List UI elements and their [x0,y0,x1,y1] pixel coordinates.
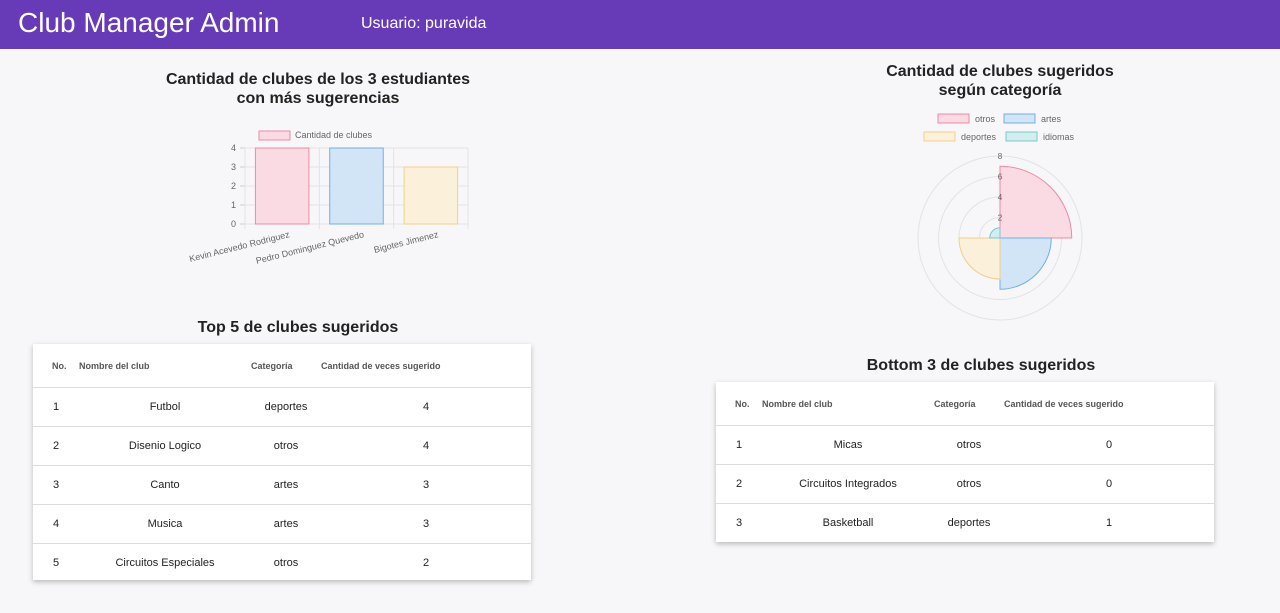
table-cell: 1 [33,387,79,427]
table-row: 2 Circuitos Integrados otros 0 [716,464,1214,504]
y-tick-label: 3 [231,162,236,172]
bar-chart-title: Cantidad de clubes de los 3 estudiantes … [148,70,488,108]
table-cell: 3 [33,465,79,505]
app-title: Club Manager Admin [18,7,280,38]
table-cell: otros [251,426,321,466]
bar [329,147,384,225]
table-header-row: No. Nombre del club Categoría Cantidad de v… [716,382,1214,426]
table-cell: Micas [762,425,934,465]
column-header: Cantidad de veces sugerido [321,360,441,371]
top-clubs-table: No. Nombre del club Categoría Cantidad de v… [33,344,531,580]
y-tick-label: 0 [231,219,236,229]
bar [254,147,310,225]
column-header: Nombre del club [79,360,150,371]
table-cell: 5 [33,543,79,580]
polar-sector [989,227,1001,239]
table-cell: 0 [1004,464,1214,504]
column-header: Categoría [934,398,976,409]
table-cell: Disenio Logico [79,426,251,466]
y-tick-label: 4 [231,143,236,153]
table-cell: artes [251,465,321,505]
bottom-clubs-table: No. Nombre del club Categoría Cantidad de v… [716,382,1214,542]
legend-label: deportes [961,132,997,142]
table-row: 3 Basketball deportes 1 [716,503,1214,542]
table-row: 3 Canto artes 3 [33,465,531,505]
top-clubs-title: Top 5 de clubes sugeridos [197,319,399,336]
radial-tick-label: 4 [998,193,1003,202]
column-header: Nombre del club [762,398,833,409]
table-cell: otros [251,543,321,580]
column-header: Categoría [251,360,293,371]
y-tick-label: 2 [231,181,236,191]
legend-label: otros [975,114,996,124]
legend-label: artes [1041,114,1062,124]
table-cell: Futbol [79,387,251,427]
table-row: 1 Micas otros 0 [716,425,1214,465]
radial-tick-label: 6 [998,173,1003,182]
table-cell: 3 [716,503,762,542]
table-cell: 1 [1004,503,1214,542]
legend-label: idiomas [1043,132,1075,142]
table-cell: deportes [251,387,321,427]
bottom-clubs-title: Bottom 3 de clubes sugeridos [866,357,1096,374]
table-cell: 4 [321,387,531,427]
table-row: 1 Futbol deportes 4 [33,387,531,427]
table-cell: Canto [79,465,251,505]
top-clubs-table-card: No. Nombre del club Categoría Cantidad de v… [33,344,531,580]
table-row: 5 Circuitos Especiales otros 2 [33,543,531,580]
table-row: 2 Disenio Logico otros 4 [33,426,531,466]
table-cell: Circuitos Integrados [762,464,934,504]
table-cell: 4 [33,504,79,544]
table-cell: artes [251,504,321,544]
table-cell: 2 [716,464,762,504]
legend-swatch [937,113,970,124]
radial-tick-label: 8 [998,152,1003,161]
table-cell: 3 [321,504,531,544]
table-cell: 2 [33,426,79,466]
table-cell: 4 [321,426,531,466]
user-label: Usuario: puravida [361,15,487,32]
column-header: No. [735,398,750,409]
bar [403,166,459,225]
table-cell: 2 [321,543,531,580]
top-app-bar: Club Manager Admin Usuario: puravida [0,0,1280,49]
legend-swatch [923,131,956,142]
polar-sector [958,237,1001,280]
legend-swatch [1005,131,1038,142]
legend-swatch [1003,113,1036,124]
bottom-clubs-table-card: No. Nombre del club Categoría Cantidad de v… [716,382,1214,542]
bar-chart-title-line2: con más sugerencias [236,90,400,107]
table-cell: Basketball [762,503,934,542]
y-tick-label: 1 [231,200,236,210]
legend-swatch [258,130,291,141]
table-cell: otros [934,425,1004,465]
table-header-row: No. Nombre del club Categoría Cantidad de v… [33,344,531,388]
column-header: Cantidad de veces sugerido [1004,398,1124,409]
polar-sector [999,165,1073,239]
table-cell: 1 [716,425,762,465]
polar-chart-title-line1: Cantidad de clubes sugeridos [886,63,1114,80]
table-cell: 3 [321,465,531,505]
x-tick-label: Bigotes Jimenez [373,229,440,255]
legend-label: Cantidad de clubes [295,130,373,140]
radial-tick-label: 2 [998,214,1003,223]
table-cell: 0 [1004,425,1214,465]
polar-chart-title-line2: según categoría [938,82,1062,99]
table-cell: otros [934,464,1004,504]
table-row: 4 Musica artes 3 [33,504,531,544]
polar-area-chart: otros artes deportes idiomas 2 4 6 8 [917,113,1083,321]
column-header: No. [52,360,67,371]
table-cell: Circuitos Especiales [79,543,251,580]
bar-chart: Cantidad de clubes01234Kevin Acevedo Rod… [188,130,469,266]
table-cell: deportes [934,503,1004,542]
table-cell: Musica [79,504,251,544]
polar-chart-title: Cantidad de clubes sugeridos según categ… [850,62,1150,100]
bar-chart-title-line1: Cantidad de clubes de los 3 estudiantes [165,71,471,88]
